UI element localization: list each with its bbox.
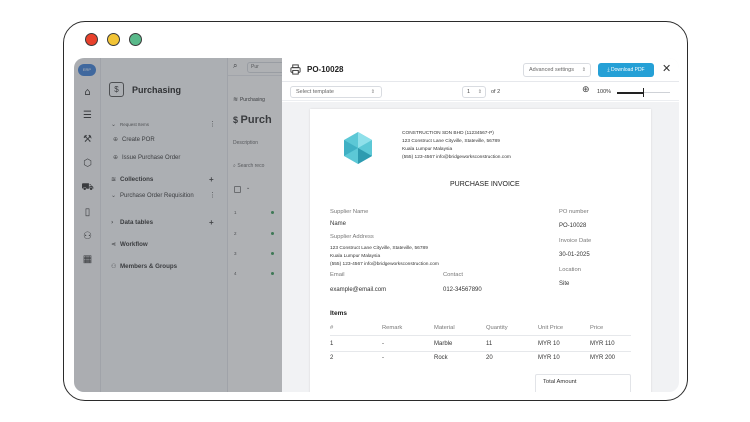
column-header: #: [330, 325, 334, 331]
supplier-name-value: Name: [330, 221, 347, 227]
column-header: Unit Price: [538, 325, 564, 331]
modal-title: PO-10028: [307, 65, 344, 74]
printer-icon[interactable]: [290, 64, 301, 75]
download-pdf-label: Download PDF: [610, 67, 645, 73]
total-amount-label: Total Amount: [543, 379, 577, 385]
table-cell: 2: [330, 355, 334, 361]
company-address-line2: Kuala Lumpur Malaysia: [402, 147, 453, 152]
window-minimize-dot[interactable]: [107, 33, 120, 46]
document-title: PURCHASE INVOICE: [450, 181, 520, 188]
company-address-line1: 123 Construct Lane Cityville, Stateville…: [402, 139, 500, 144]
advanced-settings-label: Advanced settings: [529, 67, 574, 73]
select-arrows-icon: ⇕: [370, 89, 375, 95]
table-cell: MYR 10: [538, 341, 560, 347]
supplier-address-line1: 123 Construct Lane Cityville, Stateville…: [330, 246, 428, 251]
table-cell: 11: [486, 341, 493, 347]
column-header: Quantity: [486, 325, 508, 331]
supplier-address-line2: Kuala Lumpur Malaysia: [330, 254, 381, 259]
advanced-settings-select[interactable]: Advanced settings ⇕: [523, 63, 591, 77]
window-close-dot[interactable]: [85, 33, 98, 46]
table-cell: Rock: [434, 355, 448, 361]
modal-header: PO-10028 Advanced settings ⇕ ⤓ Download P…: [282, 58, 679, 82]
table-cell: 20: [486, 355, 493, 361]
select-template-placeholder: Select template: [296, 89, 334, 95]
page-number-select[interactable]: 1 ⇕: [462, 86, 486, 98]
supplier-address-line3: (555) 123-4567 info@bridgeworksconstruct…: [330, 262, 439, 267]
select-arrows-icon: ⇕: [581, 67, 586, 73]
items-heading: Items: [330, 310, 347, 317]
zoom-slider[interactable]: [617, 88, 670, 97]
close-icon[interactable]: ✕: [662, 62, 671, 75]
invoice-date-label: Invoice Date: [559, 238, 592, 244]
table-cell: -: [382, 341, 384, 347]
table-cell: -: [382, 355, 384, 361]
table-cell: MYR 110: [590, 341, 615, 347]
contact-label: Contact: [443, 272, 463, 278]
supplier-address-label: Supplier Address: [330, 234, 374, 240]
company-contact: (555) 123-4567 info@bridgeworksconstruct…: [402, 155, 511, 160]
table-cell: Marble: [434, 341, 453, 347]
table-divider: [330, 335, 631, 336]
zoom-slider-fill: [617, 91, 644, 94]
app-screen: ERP ⌂ ☰ ⚒ ⬡ ⛟ ▯ ⚇ ▦ $ Purchasing ⌄ Reques…: [74, 58, 679, 392]
zoom-in-icon[interactable]: ⊕: [582, 85, 590, 95]
invoice-date-value: 30-01-2025: [559, 252, 590, 258]
preview-toolbar: Select template ⇕ 1 ⇕ of 2 ⊕ 100%: [282, 83, 679, 101]
select-template-dropdown[interactable]: Select template ⇕: [290, 86, 382, 98]
pdf-canvas[interactable]: CONSTRUCTION SDN BHD (11234567-P) 123 Co…: [282, 102, 679, 392]
table-cell: MYR 10: [538, 355, 560, 361]
location-label: Location: [559, 267, 581, 273]
invoice-page: CONSTRUCTION SDN BHD (11234567-P) 123 Co…: [310, 109, 651, 392]
table-cell: MYR 200: [590, 355, 616, 361]
zoom-slider-handle[interactable]: [642, 88, 645, 97]
zoom-level: 100%: [597, 89, 612, 95]
select-arrows-icon: ⇕: [477, 89, 482, 95]
total-amount-box: Total Amount: [535, 374, 631, 392]
table-cell: 1: [330, 341, 334, 347]
page-current: 1: [467, 89, 471, 95]
table-divider: [330, 351, 631, 352]
pdf-preview-modal: PO-10028 Advanced settings ⇕ ⤓ Download P…: [282, 58, 679, 392]
column-header: Remark: [382, 325, 403, 331]
download-pdf-button[interactable]: ⤓ Download PDF: [598, 63, 654, 77]
location-value: Site: [559, 281, 570, 287]
device-frame: ERP ⌂ ☰ ⚒ ⬡ ⛟ ▯ ⚇ ▦ $ Purchasing ⌄ Reques…: [63, 21, 688, 401]
email-value: example@email.com: [330, 287, 387, 293]
contact-value: 012-34567890: [443, 287, 482, 293]
modal-backdrop[interactable]: [74, 58, 282, 392]
page-total: of 2: [491, 89, 501, 95]
company-name: CONSTRUCTION SDN BHD (11234567-P): [402, 131, 494, 136]
company-logo-icon: [344, 132, 372, 164]
window-maximize-dot[interactable]: [129, 33, 142, 46]
po-number-value: PO-10028: [559, 223, 587, 229]
po-number-label: PO number: [559, 209, 589, 215]
column-header: Material: [434, 325, 455, 331]
column-header: Price: [590, 325, 604, 331]
email-label: Email: [330, 272, 345, 278]
supplier-name-label: Supplier Name: [330, 209, 369, 215]
